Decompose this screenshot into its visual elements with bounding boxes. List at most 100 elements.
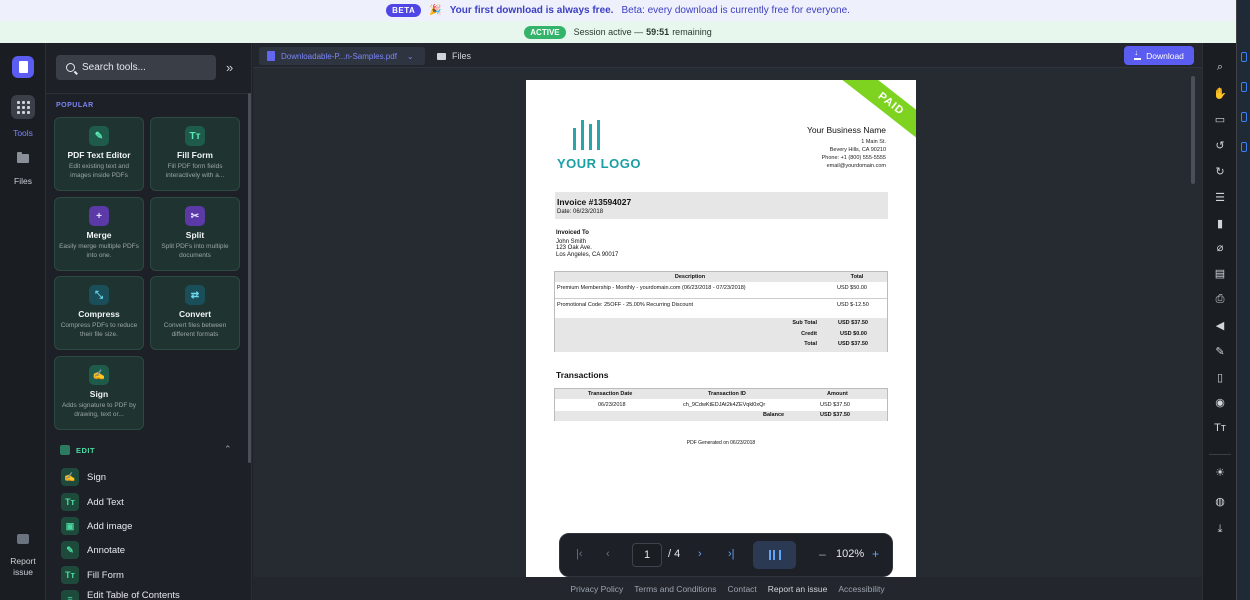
bookmark-add-icon[interactable]: ▮ <box>1212 215 1228 231</box>
ruler-icon[interactable]: ▭ <box>1212 111 1228 127</box>
item-description: Promotional Code: 25OFF - 25.00% Recurri… <box>557 302 694 308</box>
rotate-right-icon[interactable]: ↻ <box>1212 163 1228 179</box>
attachment-icon[interactable]: ⌀ <box>1212 239 1228 255</box>
session-text: Session active — <box>573 27 644 37</box>
edit-item-add-text[interactable]: Tт Add Text <box>61 493 124 511</box>
item-total: USD $50.00 <box>837 285 867 291</box>
edit-item-fill-form[interactable]: Tт Fill Form <box>61 566 124 584</box>
tool-card-split[interactable]: ✂ Split Split PDFs into multiple documen… <box>150 197 240 271</box>
item-description: Premium Membership - Monthly - yourdomai… <box>557 285 746 291</box>
tools-nav-button[interactable] <box>11 95 35 119</box>
theme-sun-icon[interactable]: ☀ <box>1212 464 1228 480</box>
panel-divider <box>46 93 252 94</box>
tx-id: ch_9CdwKtEDJAt2k4ZEVqkl0xQr <box>683 402 766 408</box>
viewer-scrollbar[interactable] <box>1191 76 1195 184</box>
footer-link-contact[interactable]: Contact <box>727 584 756 594</box>
edit-item-annotate[interactable]: ✎ Annotate <box>61 541 125 559</box>
last-page-icon[interactable]: ›| <box>728 548 735 560</box>
footer-link-terms[interactable]: Terms and Conditions <box>634 584 716 594</box>
chevron-up-icon[interactable]: ⌃ <box>224 444 232 455</box>
beta-message: Beta: every download is currently free f… <box>621 5 850 16</box>
window-edge-strip <box>1236 0 1250 600</box>
session-banner: ACTIVE Session active — 59:51 remaining <box>0 21 1236 43</box>
balance-row: Balance USD $37.50 <box>555 411 887 421</box>
footer-link-report[interactable]: Report an issue <box>768 584 828 594</box>
app-logo-icon[interactable] <box>12 56 34 78</box>
pen-icon <box>60 445 70 455</box>
zoom-out-icon[interactable]: – <box>819 547 826 561</box>
column-header: Amount <box>827 391 848 397</box>
convert-icon: ⇄ <box>185 285 205 305</box>
image-icon: ▣ <box>61 517 79 535</box>
page-total: / 4 <box>668 548 681 560</box>
edit-item-sign[interactable]: ✍ Sign <box>61 468 106 486</box>
download-button[interactable]: Download <box>1124 46 1194 65</box>
table-header: Transaction Date Transaction ID Amount <box>555 389 887 399</box>
item-total: USD $-12.50 <box>837 302 869 308</box>
edit-heading-label: EDIT <box>76 445 96 455</box>
table-row: 06/23/2018 ch_9CdwKtEDJAt2k4ZEVqkl0xQr U… <box>555 401 887 411</box>
pen-icon[interactable]: ✎ <box>1212 343 1228 359</box>
list-icon[interactable]: ☰ <box>1212 189 1228 205</box>
tool-card-title: Compress <box>78 309 120 319</box>
page-navigator: |‹ ‹ 1 / 4 › ›| – 102% + <box>559 533 893 577</box>
grid-icon <box>16 100 30 114</box>
search-icon[interactable]: ⌕ <box>1212 59 1228 75</box>
chevron-down-icon[interactable]: ⌄ <box>407 52 414 61</box>
zoom-in-icon[interactable]: + <box>872 547 879 561</box>
redact-icon[interactable]: ▯ <box>1212 369 1228 385</box>
edit-item-label: Sign <box>87 471 107 483</box>
files-nav-label[interactable]: Files <box>0 176 46 186</box>
signature-icon: ✍ <box>89 365 109 385</box>
tool-card-compress[interactable]: ⤡ Compress Compress PDFs to reduce their… <box>54 276 144 350</box>
files-nav-button[interactable] <box>11 146 35 170</box>
footer-link-privacy[interactable]: Privacy Policy <box>570 584 623 594</box>
eye-icon[interactable]: ◉ <box>1212 394 1228 410</box>
page-number-input[interactable]: 1 <box>632 543 662 567</box>
scissors-icon: ✂ <box>185 206 205 226</box>
tool-card-sign[interactable]: ✍ Sign Adds signature to PDF by drawing,… <box>54 356 144 430</box>
globe-icon[interactable]: ◍ <box>1212 493 1228 509</box>
invoiced-to-label: Invoiced To <box>556 230 589 236</box>
tool-card-convert[interactable]: ⇄ Convert Convert files between differen… <box>150 276 240 350</box>
comment-icon[interactable]: ▤ <box>1212 265 1228 281</box>
next-page-icon[interactable]: › <box>698 548 702 560</box>
report-issue-label[interactable]: Report issue <box>0 556 46 578</box>
panel-scrollbar[interactable] <box>248 93 251 463</box>
pan-hand-icon[interactable]: ✋ <box>1212 85 1228 101</box>
footer-link-accessibility[interactable]: Accessibility <box>838 584 884 594</box>
edit-item-add-image[interactable]: ▣ Add image <box>61 517 132 535</box>
first-page-icon[interactable]: |‹ <box>576 548 583 560</box>
edit-section-heading[interactable]: EDIT <box>60 445 95 455</box>
beta-headline: Your first download is always free. <box>449 5 614 16</box>
edit-icon: ✎ <box>89 126 109 146</box>
invoice-header-box: Invoice #13594027 Date: 06/23/2018 <box>555 192 888 219</box>
zoom-level[interactable]: 102% <box>836 548 864 560</box>
files-tab[interactable]: Files <box>437 47 471 65</box>
tool-card-merge[interactable]: + Merge Easily merge multiple PDFs into … <box>54 197 144 271</box>
dual-page-toggle[interactable] <box>753 541 796 569</box>
tool-card-title: Sign <box>89 389 109 399</box>
generated-note: PDF Generated on 06/23/2018 <box>686 440 756 446</box>
report-issue-button[interactable] <box>11 527 35 551</box>
toolbar-divider <box>1209 454 1231 455</box>
file-tab[interactable]: Downloadable-P...n-Samples.pdf ⌄ <box>259 47 425 65</box>
search-input[interactable]: Search tools... <box>56 55 216 80</box>
tool-card-fill-form[interactable]: Tт Fill Form Fill PDF form fields intera… <box>150 117 240 191</box>
text-tool-icon: Tт <box>185 126 205 146</box>
download-icon[interactable]: ⤓ <box>1212 521 1228 537</box>
transactions-table: Transaction Date Transaction ID Amount 0… <box>554 388 888 421</box>
speaker-icon[interactable]: ◀ <box>1212 317 1228 333</box>
collapse-panel-icon[interactable]: » <box>226 60 233 75</box>
tool-card-title: PDF Text Editor <box>67 150 131 160</box>
search-placeholder: Search tools... <box>82 62 146 73</box>
edit-item-toc[interactable]: ≡ Edit Table of Contents <box>61 590 180 600</box>
rotate-left-icon[interactable]: ↺ <box>1212 137 1228 153</box>
totals-block: Sub Total USD $37.50 Credit USD $0.00 To… <box>555 318 887 352</box>
print-icon[interactable]: ⎙ <box>1212 291 1228 307</box>
tools-nav-label[interactable]: Tools <box>0 128 46 138</box>
credit-label: Credit <box>801 331 817 337</box>
tool-card-pdf-text-editor[interactable]: ✎ PDF Text Editor Edit existing text and… <box>54 117 144 191</box>
text-tool-icon[interactable]: Tт <box>1212 420 1228 436</box>
prev-page-icon[interactable]: ‹ <box>606 548 610 560</box>
